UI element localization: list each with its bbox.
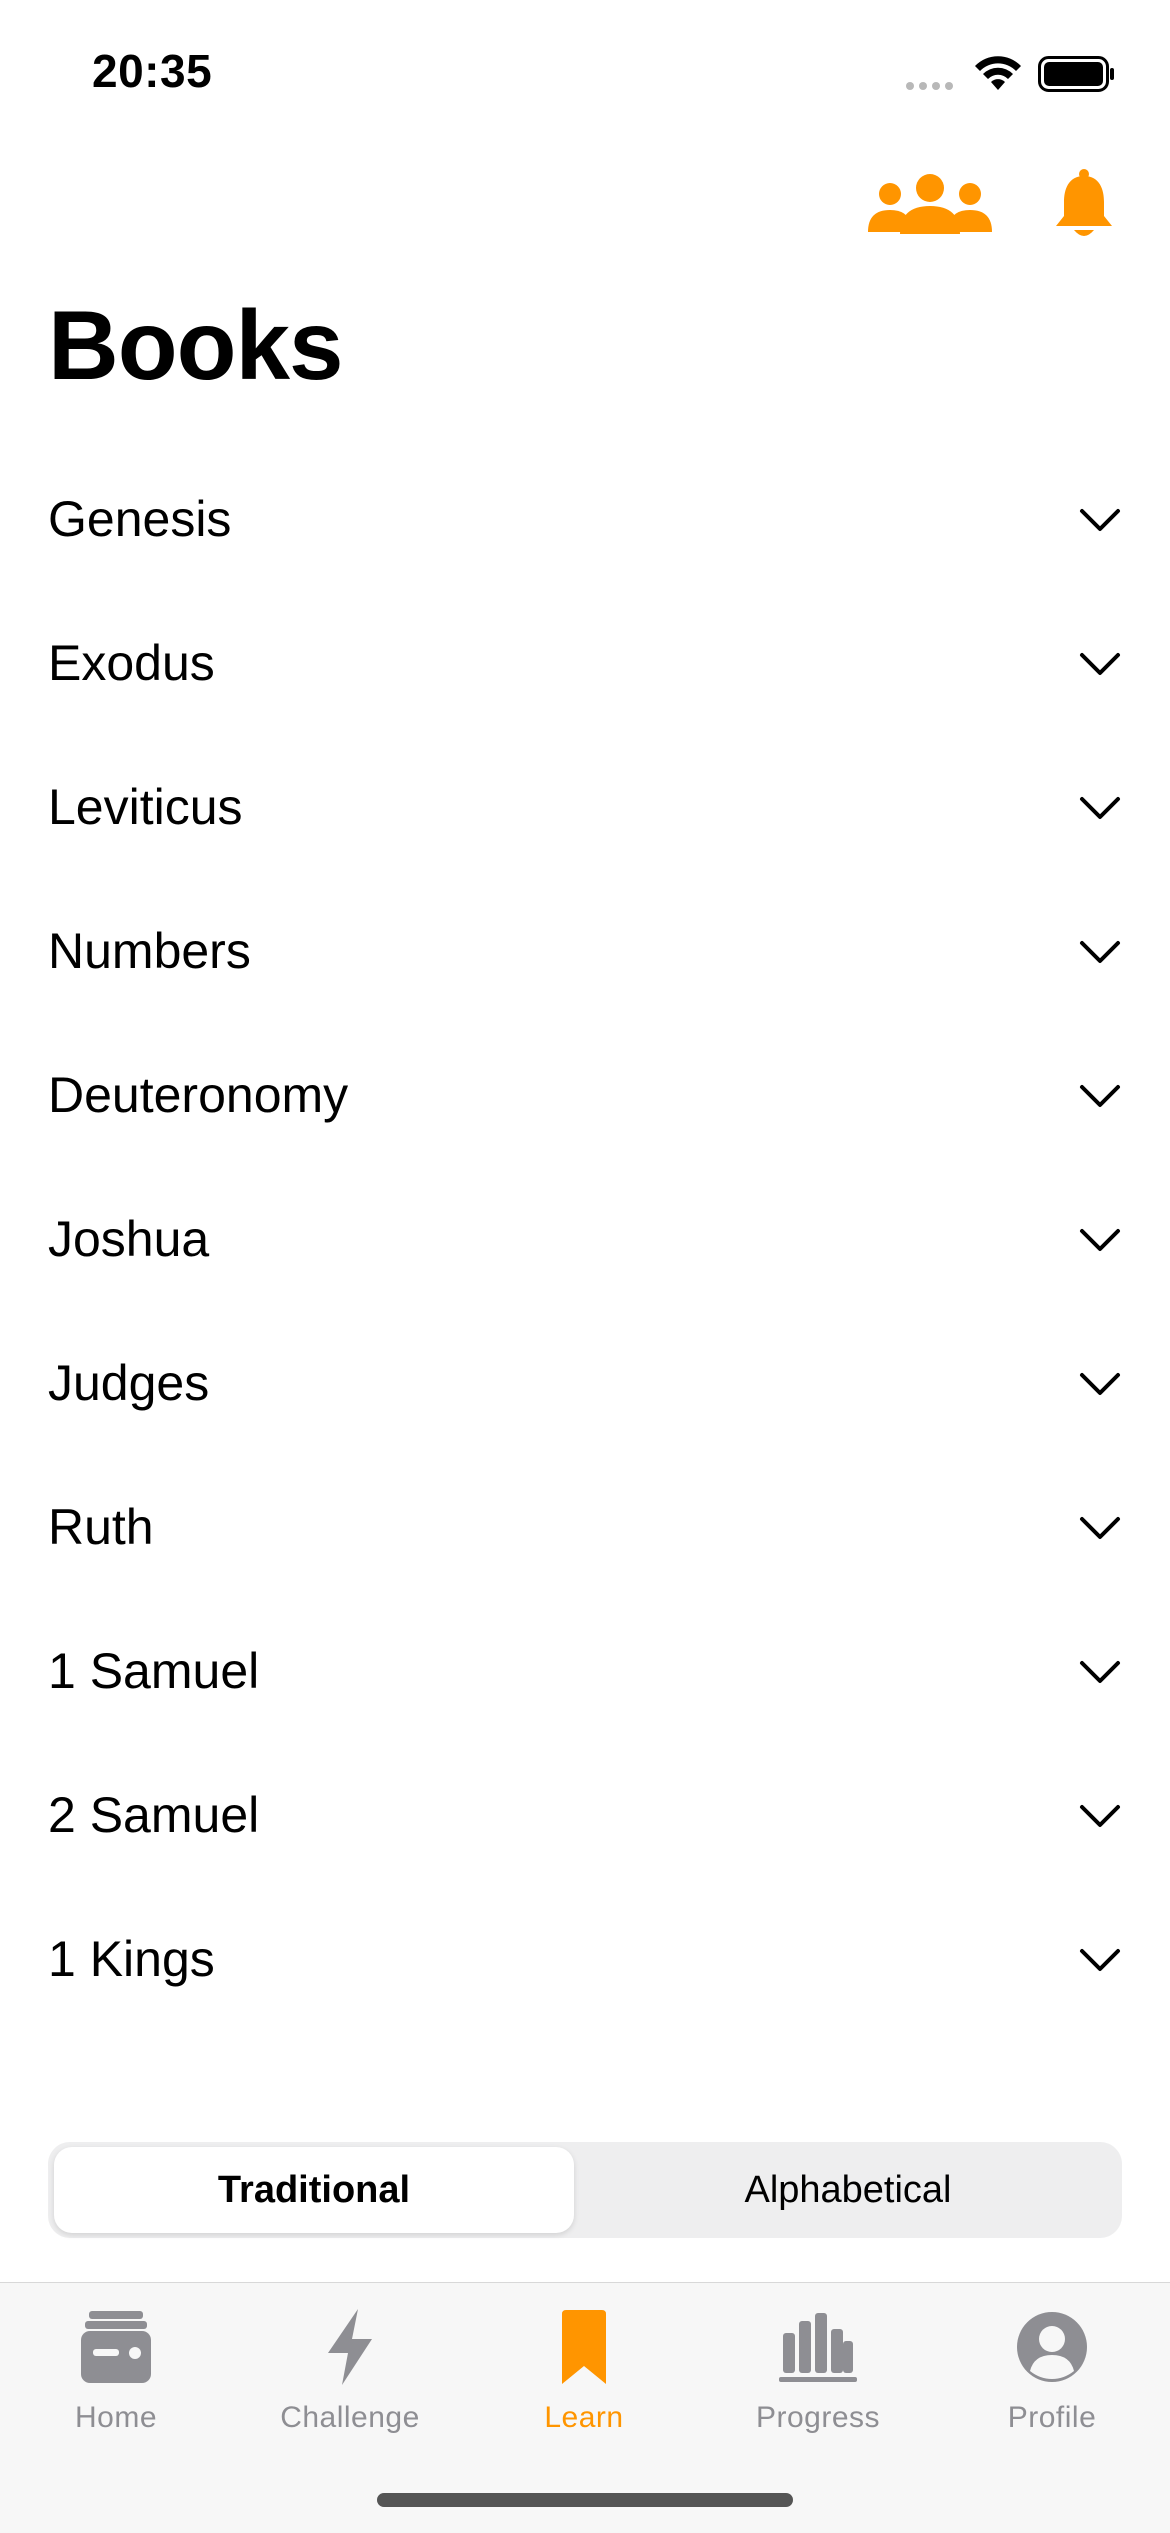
tab-home[interactable]: Home: [16, 2297, 216, 2435]
bookmark-icon: [562, 2310, 606, 2384]
book-row-judges[interactable]: Judges: [0, 1311, 1170, 1455]
book-label: Judges: [48, 1355, 210, 1411]
book-row-leviticus[interactable]: Leviticus: [0, 735, 1170, 879]
chevron-down-icon: [1080, 1229, 1120, 1251]
book-row-deuteronomy[interactable]: Deuteronomy: [0, 1023, 1170, 1167]
battery-icon: [1038, 56, 1114, 92]
top-actions: [0, 168, 1170, 248]
tab-profile[interactable]: Profile: [952, 2297, 1152, 2435]
wallet-icon: [81, 2311, 151, 2383]
segment-alphabetical[interactable]: Alphabetical: [578, 2147, 1118, 2233]
book-label: 2 Samuel: [48, 1787, 260, 1843]
cellular-signal-icon: [906, 82, 953, 90]
tab-label: Profile: [1007, 2401, 1097, 2434]
notifications-button[interactable]: [1052, 168, 1116, 247]
person-circle-icon: [1017, 2312, 1087, 2382]
tab-label: Challenge: [280, 2401, 420, 2434]
home-indicator: [377, 2493, 793, 2507]
book-row-genesis[interactable]: Genesis: [0, 447, 1170, 591]
chevron-down-icon: [1080, 1949, 1120, 1971]
tab-label: Progress: [755, 2401, 881, 2434]
book-row-exodus[interactable]: Exodus: [0, 591, 1170, 735]
people-icon: [868, 174, 992, 234]
book-label: Genesis: [48, 491, 232, 547]
book-row-2-samuel[interactable]: 2 Samuel: [0, 1743, 1170, 1887]
book-label: Ruth: [48, 1499, 154, 1555]
bell-icon: [1056, 169, 1112, 236]
book-label: Joshua: [48, 1211, 210, 1267]
book-label: 1 Samuel: [48, 1643, 260, 1699]
sort-segmented-control: Traditional Alphabetical: [48, 2142, 1122, 2238]
book-label: 1 Kings: [48, 1931, 215, 1987]
book-label: Leviticus: [48, 779, 243, 835]
status-time: 20:35: [92, 45, 213, 97]
bolt-icon: [328, 2309, 372, 2385]
chevron-down-icon: [1080, 1805, 1120, 1827]
book-list: Genesis Exodus Leviticus Numbers Deutero…: [0, 447, 1170, 2031]
chevron-down-icon: [1080, 797, 1120, 819]
tab-progress[interactable]: Progress: [718, 2297, 918, 2435]
chevron-down-icon: [1080, 653, 1120, 675]
book-row-numbers[interactable]: Numbers: [0, 879, 1170, 1023]
chevron-down-icon: [1080, 1085, 1120, 1107]
tab-label: Learn: [544, 2401, 624, 2434]
chevron-down-icon: [1080, 1661, 1120, 1683]
bar-chart-icon: [779, 2313, 857, 2382]
book-row-joshua[interactable]: Joshua: [0, 1167, 1170, 1311]
book-row-1-samuel[interactable]: 1 Samuel: [0, 1599, 1170, 1743]
book-label: Deuteronomy: [48, 1067, 349, 1123]
chevron-down-icon: [1080, 509, 1120, 531]
status-bar: 20:35: [0, 0, 1170, 150]
page-title: Books: [48, 290, 344, 400]
tab-label: Home: [74, 2401, 158, 2434]
tab-learn[interactable]: Learn: [484, 2297, 684, 2435]
friends-button[interactable]: [868, 174, 992, 243]
book-row-1-kings[interactable]: 1 Kings: [0, 1887, 1170, 2031]
chevron-down-icon: [1080, 1517, 1120, 1539]
segment-traditional[interactable]: Traditional: [54, 2147, 574, 2233]
chevron-down-icon: [1080, 941, 1120, 963]
book-row-ruth[interactable]: Ruth: [0, 1455, 1170, 1599]
tab-bar: Home Challenge Learn Progress Profile: [0, 2282, 1170, 2533]
chevron-down-icon: [1080, 1373, 1120, 1395]
wifi-icon: [975, 56, 1021, 90]
book-label: Numbers: [48, 923, 251, 979]
tab-challenge[interactable]: Challenge: [250, 2297, 450, 2435]
book-label: Exodus: [48, 635, 215, 691]
